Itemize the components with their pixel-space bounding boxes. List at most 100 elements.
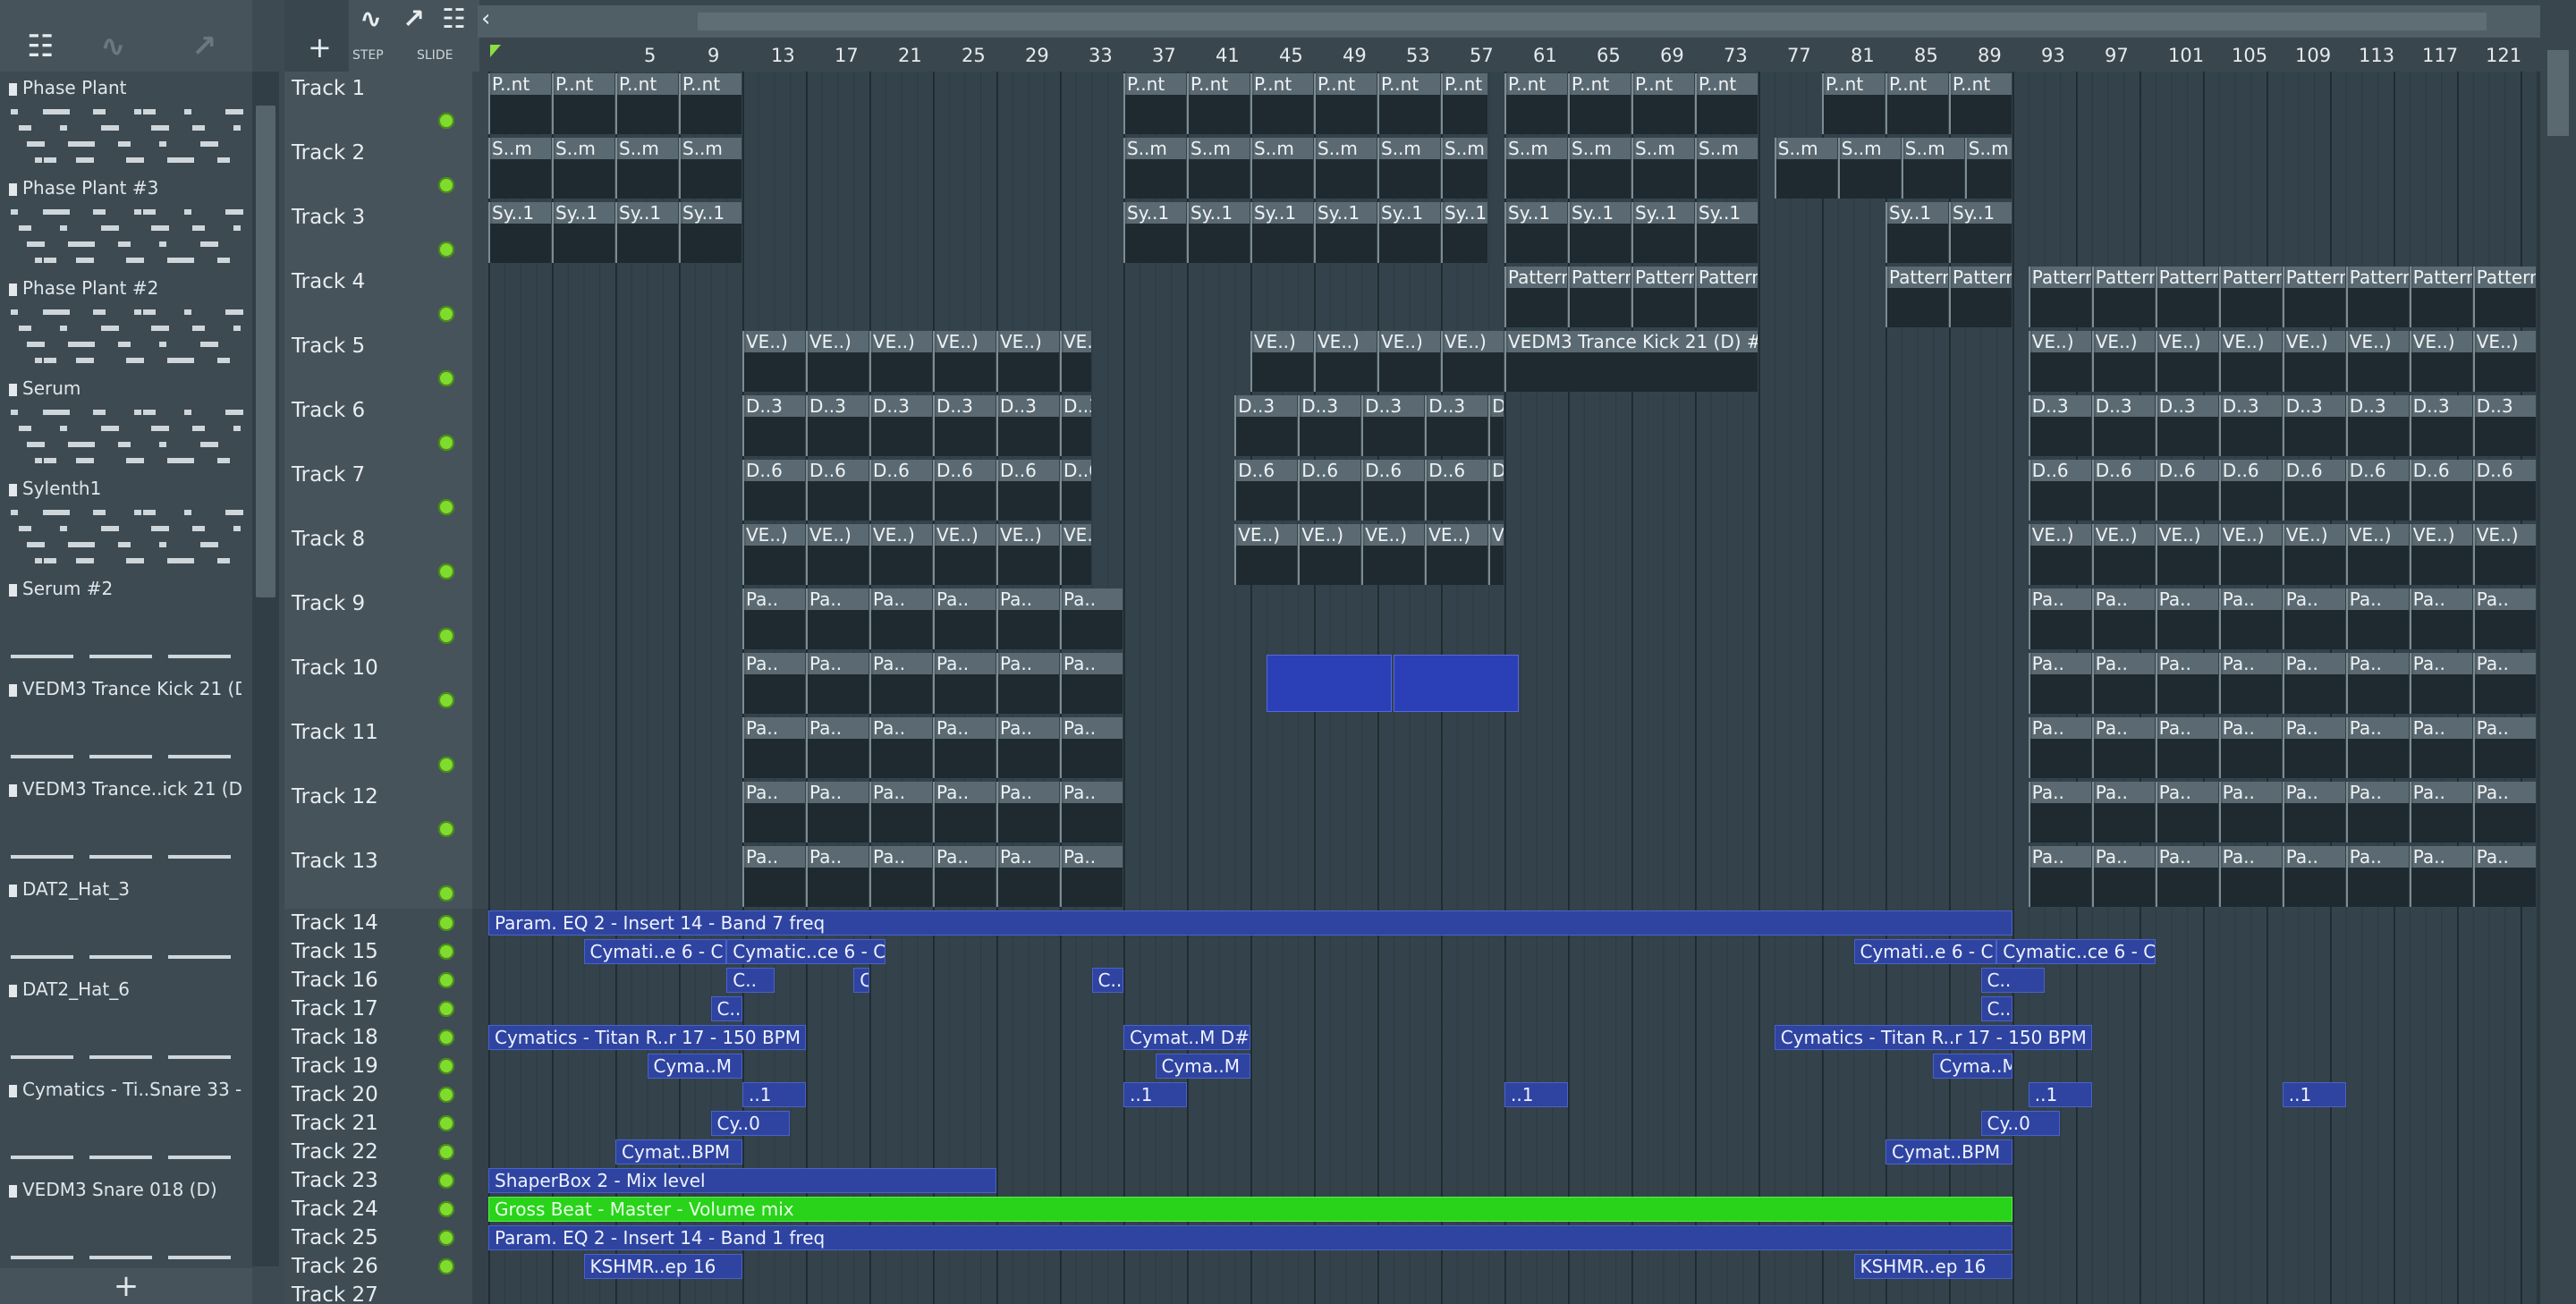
pattern-clip[interactable]: Sy..1	[488, 202, 551, 263]
pattern-clip[interactable]: D..3	[1298, 395, 1361, 456]
track-label[interactable]: Track 5	[292, 334, 365, 358]
automation-clip[interactable]: ..1	[2028, 1082, 2092, 1107]
track-mute-icon[interactable]	[438, 113, 454, 129]
pattern-clip[interactable]: D..6	[1488, 460, 1504, 521]
automation-clip[interactable]: Cy..0	[710, 1111, 791, 1136]
pattern-clip[interactable]: VE..)	[1361, 524, 1425, 585]
pattern-clip[interactable]: VE..)	[742, 524, 805, 585]
track-mute-icon[interactable]	[438, 692, 454, 708]
channel-item[interactable]: Phase Plant #2	[5, 275, 247, 376]
bar-number[interactable]: 5	[644, 45, 656, 66]
pattern-clip[interactable]: VE..)	[2091, 331, 2155, 392]
pattern-clip[interactable]: D..3	[2155, 395, 2218, 456]
pattern-clip[interactable]: P..nt	[1885, 73, 1948, 134]
track-mute-icon[interactable]	[438, 306, 454, 322]
pattern-clip[interactable]: Pa..	[996, 782, 1059, 843]
pattern-clip[interactable]: Pa..	[2155, 588, 2218, 649]
pattern-clip[interactable]: Pa..	[742, 846, 805, 907]
automation-clip[interactable]: Cymatics - Titan R..r 17 - 150 BPM D#	[488, 1025, 806, 1050]
pattern-clip[interactable]: Pa..	[2091, 588, 2155, 649]
pattern-clip[interactable]: Pa..	[2345, 782, 2409, 843]
bar-number[interactable]: 65	[1597, 45, 1621, 66]
pattern-clip[interactable]: VE..)	[806, 524, 869, 585]
pattern-clip[interactable]: Pa..	[2409, 653, 2472, 714]
track-label[interactable]: Track 7	[292, 463, 365, 487]
pattern-clip[interactable]: P..nt	[1123, 73, 1186, 134]
picker-scrollbar[interactable]	[252, 72, 279, 1266]
pattern-clip[interactable]: P..nt	[1822, 73, 1885, 134]
pattern-clip[interactable]: D..6	[2472, 460, 2536, 521]
pattern-clip[interactable]: S..m	[1837, 138, 1901, 199]
pattern-clip[interactable]: VE..)	[2409, 331, 2472, 392]
pattern-clip[interactable]: VE..)	[2472, 524, 2536, 585]
pattern-clip[interactable]: D..3	[2091, 395, 2155, 456]
playhead-marker-icon[interactable]	[490, 45, 501, 57]
track-label[interactable]: Track 3	[292, 206, 365, 229]
automation-clip[interactable]: Cyma..M	[1933, 1054, 2012, 1079]
pattern-clip[interactable]: VE..)	[1060, 331, 1091, 392]
automation-clip[interactable]: ..1	[1123, 1082, 1187, 1107]
pattern-clip[interactable]: Pa..	[1060, 846, 1123, 907]
automation-icon[interactable]: ↗	[191, 29, 217, 64]
track-mute-icon[interactable]	[438, 241, 454, 258]
waveform-tool-icon[interactable]: ∿	[360, 4, 382, 35]
pattern-clip[interactable]: Pa..	[2091, 782, 2155, 843]
track-header[interactable]: Track 3	[284, 200, 472, 265]
scroll-left-icon[interactable]: ‹	[481, 5, 490, 32]
track-header[interactable]: Track 21	[284, 1109, 472, 1138]
pattern-clip[interactable]: D..6	[806, 460, 869, 521]
track-label[interactable]: Track 15	[292, 940, 378, 963]
track-header[interactable]: Track 8	[284, 522, 472, 587]
track-header[interactable]: Track 13	[284, 844, 472, 909]
bar-number[interactable]: 77	[1787, 45, 1811, 66]
automation-clip[interactable]: Gross Beat - Master - Volume mix	[488, 1197, 2012, 1222]
pattern-clip[interactable]: S..m	[1123, 138, 1186, 199]
channel-item[interactable]: Serum #2	[5, 576, 247, 676]
automation-clip[interactable]: Cymat..BPM	[1885, 1139, 2012, 1164]
pattern-clip[interactable]: D..3	[1488, 395, 1504, 456]
pattern-clip[interactable]: Sy..1	[1123, 202, 1186, 263]
automation-clip[interactable]: C..	[726, 968, 775, 993]
pattern-clip[interactable]: VE..)	[869, 331, 932, 392]
track-mute-icon[interactable]	[438, 972, 454, 988]
pattern-clip[interactable]: VE..)	[1377, 331, 1440, 392]
pattern-clip[interactable]: VE..)	[996, 331, 1059, 392]
pattern-clip[interactable]: Pa..	[2472, 653, 2536, 714]
pattern-clip[interactable]: VE..)	[2028, 331, 2091, 392]
automation-clip[interactable]: Cymatics - Titan R..r 17 - 150 BPM D#	[1774, 1025, 2092, 1050]
pattern-clip[interactable]: D..6	[2028, 460, 2091, 521]
pattern-clip[interactable]: VE..)	[869, 524, 932, 585]
bar-number[interactable]: 33	[1089, 45, 1113, 66]
pattern-clip[interactable]: Pa..	[2409, 782, 2472, 843]
pattern-clip[interactable]: Pa..	[1060, 588, 1123, 649]
pattern-clip[interactable]: S..m	[1314, 138, 1377, 199]
track-mute-icon[interactable]	[438, 1201, 454, 1217]
pattern-clip[interactable]: D..3	[996, 395, 1059, 456]
pattern-clip[interactable]: Sy..1	[1695, 202, 1758, 263]
channel-item[interactable]: Phase Plant #3	[5, 175, 247, 275]
pattern-clip[interactable]: D..6	[2218, 460, 2282, 521]
add-channel-button[interactable]: +	[0, 1268, 252, 1304]
pattern-clip[interactable]: Pa..	[869, 846, 932, 907]
bar-number[interactable]: 109	[2295, 45, 2331, 66]
pattern-clip[interactable]: Pa..	[996, 588, 1059, 649]
track-label[interactable]: Track 24	[292, 1198, 378, 1221]
pattern-clip[interactable]: Pa..	[2218, 717, 2282, 778]
pattern-clip[interactable]: S..m	[1504, 138, 1567, 199]
pattern-clip[interactable]: VE..)	[2218, 524, 2282, 585]
pattern-clip[interactable]: Pa..	[2472, 588, 2536, 649]
pattern-clip[interactable]: S..m	[552, 138, 614, 199]
pattern-clip[interactable]: VE..)	[2155, 524, 2218, 585]
track-mute-icon[interactable]	[438, 1001, 454, 1017]
pattern-clip[interactable]: VE..)	[1060, 524, 1091, 585]
track-header[interactable]: Track 23	[284, 1166, 472, 1195]
pattern-clip[interactable]: Sy..1	[1949, 202, 2012, 263]
track-mute-icon[interactable]	[438, 1115, 454, 1131]
pattern-clip[interactable]: S..m	[1441, 138, 1488, 199]
pattern-clip[interactable]: Pa..	[869, 717, 932, 778]
pattern-clip[interactable]: S..m	[1774, 138, 1837, 199]
pattern-clip[interactable]: Pa..	[806, 588, 869, 649]
track-mute-icon[interactable]	[438, 1258, 454, 1274]
channel-item[interactable]: DAT2_Hat_6	[5, 977, 247, 1077]
pattern-clip[interactable]: Pa..	[2028, 717, 2091, 778]
